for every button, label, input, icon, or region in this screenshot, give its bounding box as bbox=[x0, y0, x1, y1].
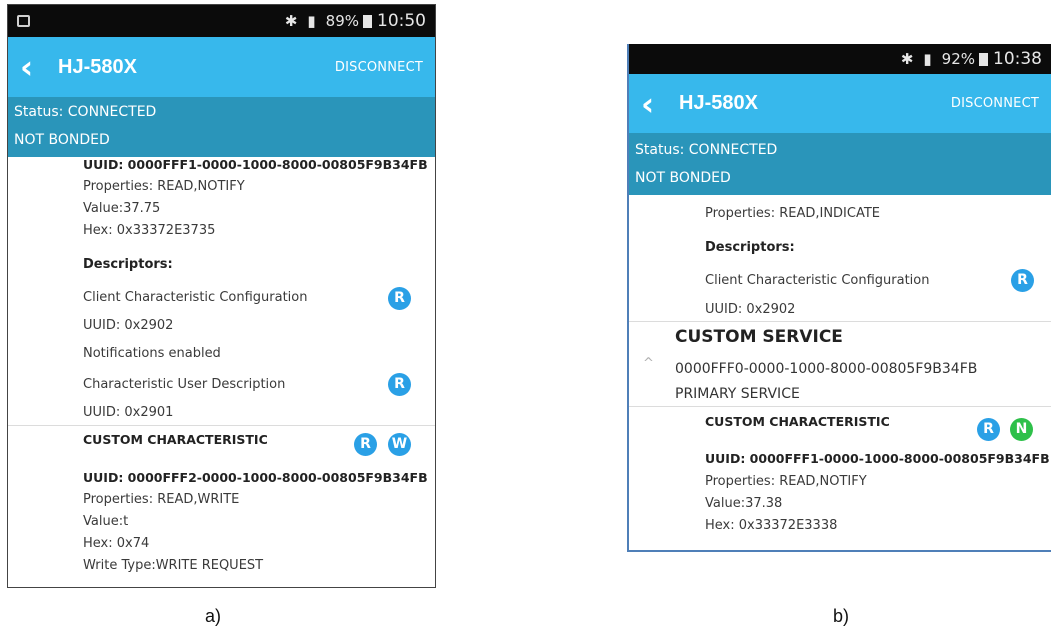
characteristic-properties: Properties: READ,NOTIFY bbox=[705, 474, 867, 489]
characteristic-uuid: UUID: 0000FFF2-0000-1000-8000-00805F9B34… bbox=[83, 470, 428, 485]
descriptor-cccd-uuid: UUID: 0x2902 bbox=[705, 302, 796, 317]
read-descriptor-button[interactable]: R bbox=[1011, 269, 1034, 292]
descriptor-user-description[interactable]: Characteristic User Description bbox=[83, 377, 285, 392]
bluetooth-icon: ✱ bbox=[284, 12, 298, 30]
collapse-caret-icon[interactable]: ^ bbox=[643, 356, 654, 371]
descriptors-heading: Descriptors: bbox=[705, 240, 795, 255]
notify-button[interactable]: N bbox=[1010, 418, 1033, 441]
bond-status: NOT BONDED bbox=[635, 170, 731, 186]
connection-status-panel: Status: CONNECTED NOT BONDED bbox=[629, 133, 1051, 195]
phone-screenshot-b: ✱ ▮ 92% 10:38 ‹ HJ-580X DISCONNECT Statu… bbox=[627, 44, 1051, 552]
battery-icon bbox=[363, 14, 372, 28]
characteristic-uuid: UUID: 0000FFF1-0000-1000-8000-00805F9B34… bbox=[705, 451, 1050, 466]
write-type: Write Type:WRITE REQUEST bbox=[83, 558, 264, 573]
service-type: PRIMARY SERVICE bbox=[675, 386, 800, 402]
characteristic-properties: Properties: READ,NOTIFY bbox=[83, 179, 245, 194]
descriptors-heading: Descriptors: bbox=[83, 257, 173, 272]
read-descriptor-button[interactable]: R bbox=[388, 373, 411, 396]
clock: 10:50 bbox=[377, 11, 426, 31]
custom-characteristic-title: CUSTOM CHARACTERISTIC bbox=[83, 432, 268, 447]
app-bar: ‹ HJ-580X DISCONNECT bbox=[8, 37, 435, 97]
custom-characteristic-title: CUSTOM CHARACTERISTIC bbox=[705, 414, 890, 429]
phone-screenshot-a: ✱ ▮ 89% 10:50 ‹ HJ-580X DISCONNECT Statu… bbox=[7, 4, 436, 588]
caption-b: b) bbox=[833, 606, 850, 626]
status-bar: ✱ ▮ 89% 10:50 bbox=[8, 5, 435, 37]
device-title: HJ-580X bbox=[679, 92, 758, 114]
status-bar: ✱ ▮ 92% 10:38 bbox=[629, 44, 1051, 74]
disconnect-button[interactable]: DISCONNECT bbox=[951, 96, 1039, 111]
battery-percent: 89% bbox=[325, 12, 359, 30]
connection-status: Status: CONNECTED bbox=[635, 142, 778, 158]
divider bbox=[629, 321, 1051, 322]
bond-status: NOT BONDED bbox=[14, 132, 110, 148]
back-arrow-icon[interactable]: ‹ bbox=[20, 51, 50, 83]
connection-status-panel: Status: CONNECTED NOT BONDED bbox=[8, 97, 435, 157]
signal-icon: ▮ bbox=[923, 50, 932, 68]
notifications-status: Notifications enabled bbox=[83, 346, 221, 361]
descriptor-cccd[interactable]: Client Characteristic Configuration bbox=[83, 290, 308, 305]
characteristic-value: Value:37.38 bbox=[705, 496, 783, 511]
device-title: HJ-580X bbox=[58, 55, 137, 78]
read-button[interactable]: R bbox=[977, 418, 1000, 441]
battery-percent: 92% bbox=[941, 50, 975, 68]
app-bar: ‹ HJ-580X DISCONNECT bbox=[629, 74, 1051, 133]
clock: 10:38 bbox=[993, 49, 1042, 69]
read-descriptor-button[interactable]: R bbox=[388, 287, 411, 310]
disconnect-button[interactable]: DISCONNECT bbox=[335, 60, 423, 75]
characteristic-properties: Properties: READ,INDICATE bbox=[705, 206, 881, 221]
characteristic-value: Value:37.75 bbox=[83, 201, 161, 216]
descriptor-cud-uuid: UUID: 0x2901 bbox=[83, 405, 174, 420]
divider bbox=[629, 406, 1051, 407]
signal-icon: ▮ bbox=[307, 12, 316, 30]
connection-status: Status: CONNECTED bbox=[14, 104, 157, 120]
custom-service-title: CUSTOM SERVICE bbox=[675, 327, 843, 347]
divider bbox=[8, 425, 435, 426]
read-button[interactable]: R bbox=[354, 433, 377, 456]
screenshot-notification-icon bbox=[17, 15, 30, 27]
characteristic-hex: Hex: 0x33372E3735 bbox=[83, 223, 216, 238]
bluetooth-icon: ✱ bbox=[900, 50, 914, 68]
back-arrow-icon[interactable]: ‹ bbox=[641, 88, 671, 120]
service-uuid: 0000FFF0-0000-1000-8000-00805F9B34FB bbox=[675, 361, 978, 377]
characteristic-uuid: UUID: 0000FFF1-0000-1000-8000-00805F9B34… bbox=[83, 157, 428, 172]
characteristic-properties: Properties: READ,WRITE bbox=[83, 492, 240, 507]
descriptor-cccd-uuid: UUID: 0x2902 bbox=[83, 318, 174, 333]
characteristic-value: Value:t bbox=[83, 514, 129, 529]
characteristic-hex: Hex: 0x74 bbox=[83, 536, 150, 551]
battery-icon bbox=[979, 52, 988, 66]
caption-a: a) bbox=[205, 606, 222, 626]
descriptor-cccd[interactable]: Client Characteristic Configuration bbox=[705, 273, 930, 288]
characteristic-hex: Hex: 0x33372E3338 bbox=[705, 518, 838, 533]
write-button[interactable]: W bbox=[388, 433, 411, 456]
